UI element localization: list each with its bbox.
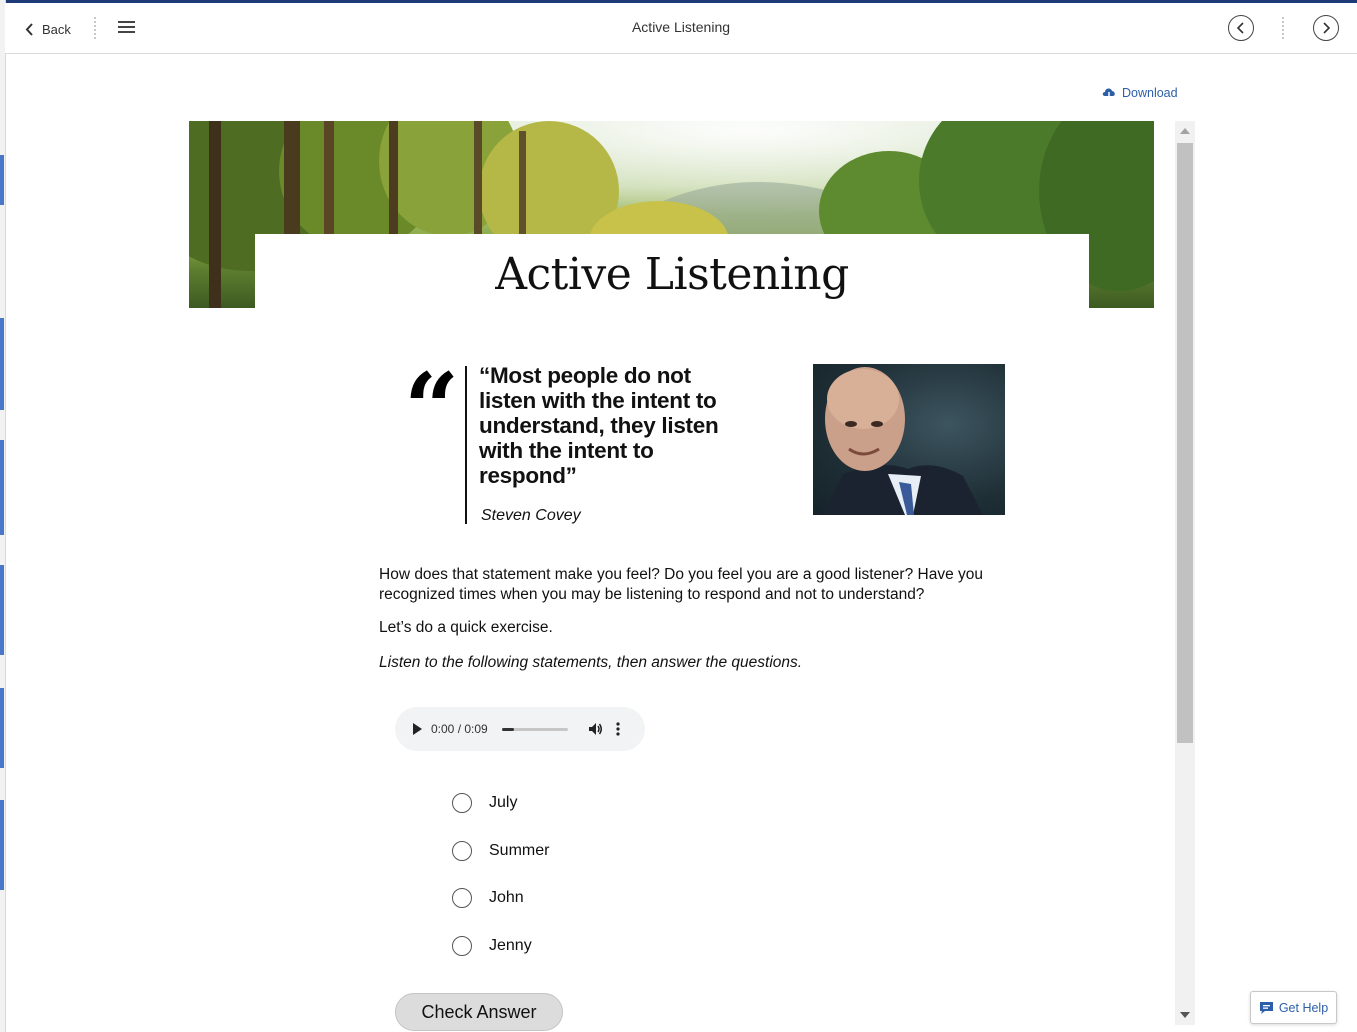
audio-player: 0:00 / 0:09 — [395, 707, 645, 751]
instruction-text: Listen to the following statements, then… — [379, 654, 803, 671]
radio-button[interactable] — [452, 793, 472, 813]
previous-page-button[interactable] — [1228, 15, 1254, 41]
toolbar-divider — [1282, 17, 1286, 39]
get-help-label: Get Help — [1278, 1000, 1329, 1015]
option-label: July — [489, 794, 518, 811]
play-icon[interactable] — [412, 723, 423, 735]
quote-text: “Most people do not listen with the inte… — [479, 363, 719, 488]
page-title: Active Listening — [631, 19, 731, 35]
scroll-up-arrow[interactable] — [1180, 128, 1190, 134]
check-answer-button[interactable]: Check Answer — [395, 993, 563, 1031]
title-card: Active Listening — [255, 234, 1089, 308]
content-scrollbar[interactable] — [1175, 121, 1195, 1025]
answer-option-jenny[interactable]: Jenny — [452, 934, 532, 958]
scroll-down-arrow[interactable] — [1180, 1012, 1190, 1018]
forest-banner-image: Active Listening — [189, 121, 1154, 308]
lesson-title: Active Listening — [495, 249, 849, 300]
option-label: John — [489, 889, 524, 906]
audio-seek-bar[interactable] — [501, 727, 568, 731]
option-label: Jenny — [489, 937, 532, 954]
more-options-icon[interactable] — [616, 722, 620, 736]
answer-option-john[interactable]: John — [452, 886, 524, 910]
lesson-content: Active Listening “ “Most people do not l… — [189, 121, 1154, 1032]
radio-button[interactable] — [452, 888, 472, 908]
radio-button[interactable] — [452, 936, 472, 956]
chevron-circle-left-icon — [1236, 22, 1244, 34]
download-link[interactable]: Download — [1101, 86, 1178, 100]
quote-author: Steven Covey — [481, 507, 581, 524]
cloud-download-icon — [1102, 88, 1115, 100]
get-help-button[interactable]: Get Help — [1250, 991, 1337, 1024]
download-label: Download — [1122, 86, 1178, 100]
chevron-circle-right-icon — [1323, 22, 1331, 34]
radio-button[interactable] — [452, 841, 472, 861]
audio-time: 0:00 / 0:09 — [431, 722, 488, 736]
volume-icon[interactable] — [588, 722, 603, 736]
next-page-button[interactable] — [1313, 15, 1339, 41]
chat-icon — [1259, 1001, 1273, 1014]
exercise-intro: Let’s do a quick exercise. — [379, 619, 553, 636]
option-label: Summer — [489, 842, 550, 859]
author-portrait — [813, 364, 1005, 515]
background-window-edge — [0, 0, 6, 1032]
answer-option-summer[interactable]: Summer — [452, 839, 549, 863]
audio-progress — [501, 727, 514, 731]
scroll-thumb[interactable] — [1177, 143, 1193, 743]
top-toolbar: Back Active Listening — [5, 3, 1357, 54]
quote-mark-icon: “ — [404, 352, 460, 465]
answer-option-july[interactable]: July — [452, 791, 517, 815]
quote-divider — [465, 366, 467, 524]
reflection-paragraph: How does that statement make you feel? D… — [379, 566, 983, 603]
